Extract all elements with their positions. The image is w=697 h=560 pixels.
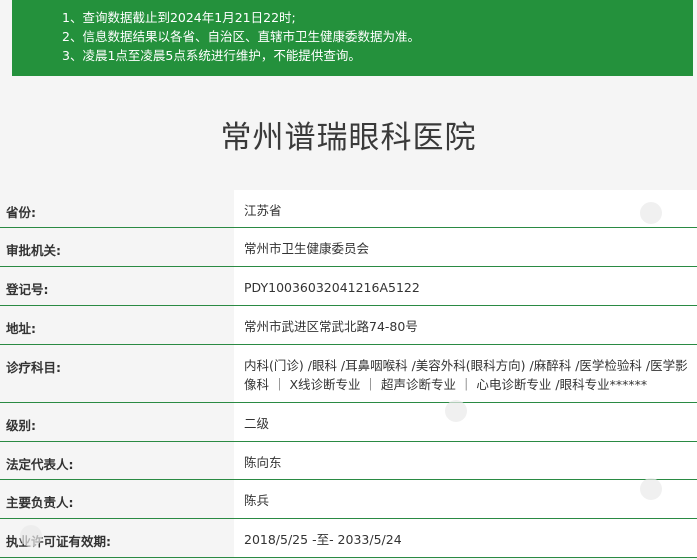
page: 1、查询数据截止到2024年1月21日22时; 2、信息数据结果以各省、自治区、… [0,0,697,560]
row-legal-representative: 法定代表人: 陈向东 [0,442,697,480]
row-address: 地址: 常州市武进区常武北路74-80号 [0,306,697,345]
field-label: 诊疗科目: [0,345,234,402]
field-value: 常州市卫生健康委员会 [234,228,697,266]
field-label: 地址: [0,306,234,344]
watermark-logo-icon [640,478,662,500]
field-value: 陈兵 [234,480,697,518]
field-value: PDY10036032041216A5122 [234,267,697,305]
row-registration-number: 登记号: PDY10036032041216A5122 [0,267,697,306]
notice-line-1: 1、查询数据截止到2024年1月21日22时; [62,10,296,25]
field-label: 登记号: [0,267,234,305]
watermark-logo-icon [445,400,467,422]
field-value: 江苏省 [234,190,697,227]
watermark-logo-icon [640,202,662,224]
field-value: 2018/5/25 -至- 2033/5/24 [234,519,697,557]
row-level: 级别: 二级 [0,403,697,442]
notice-banner: 1、查询数据截止到2024年1月21日22时; 2、信息数据结果以各省、自治区、… [12,0,693,76]
row-departments: 诊疗科目: 内科(门诊) /眼科 /耳鼻咽喉科 /美容外科(眼科方向) /麻醉科… [0,345,697,403]
field-label: 法定代表人: [0,442,234,479]
notice-line-2: 2、信息数据结果以各省、自治区、直辖市卫生健康委数据为准。 [62,29,420,44]
field-label: 主要负责人: [0,480,234,518]
row-license-validity: 执业许可证有效期: 2018/5/25 -至- 2033/5/24 [0,519,697,558]
notice-line-3: 3、凌晨1点至凌晨5点系统进行维护，不能提供查询。 [62,48,361,63]
field-value: 内科(门诊) /眼科 /耳鼻咽喉科 /美容外科(眼科方向) /麻醉科 /医学检验… [234,345,697,402]
page-title: 常州谱瑞眼科医院 [220,120,477,156]
row-approval-authority: 审批机关: 常州市卫生健康委员会 [0,228,697,267]
field-value: 常州市武进区常武北路74-80号 [234,306,697,344]
row-province: 省份: 江苏省 [0,190,697,228]
watermark-logo-icon [20,525,42,547]
field-label: 级别: [0,403,234,441]
field-value: 陈向东 [234,442,697,479]
info-table: 省份: 江苏省 审批机关: 常州市卫生健康委员会 登记号: PDY1003603… [0,190,697,558]
field-label: 审批机关: [0,228,234,266]
row-principal: 主要负责人: 陈兵 [0,480,697,519]
field-label: 省份: [0,190,234,227]
